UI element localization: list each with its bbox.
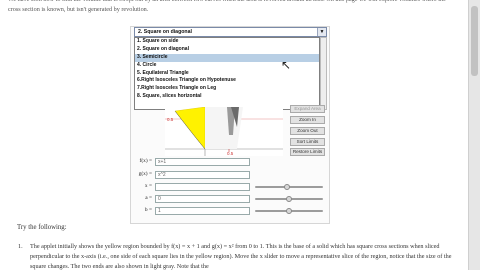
sort-limits-button[interactable]: Sort Limits	[290, 138, 325, 146]
a-label: a =	[145, 195, 152, 201]
step-text: The applet initially shows the yellow re…	[30, 243, 452, 270]
option-square-horizontal[interactable]: 8. Square, slices horizontal	[135, 93, 319, 101]
option-semicircle[interactable]: 3. Semicircle	[135, 53, 319, 62]
a-slider[interactable]	[255, 196, 323, 202]
step-number: 1.	[18, 243, 23, 250]
b-slider[interactable]	[255, 208, 323, 214]
option-equilateral-triangle[interactable]: 5. Equilateral Triangle	[135, 70, 319, 78]
cross-section-select[interactable]: 2. Square on diagonal ▼	[134, 27, 327, 37]
f-label: f(x) =	[139, 158, 152, 164]
chevron-down-icon[interactable]: ▼	[317, 28, 326, 36]
y-tick-label: 0.5	[167, 117, 174, 122]
instruction-step: 1. The applet initially shows the yellow…	[18, 242, 462, 270]
a-input[interactable]: 0	[155, 195, 250, 203]
zoom-in-button[interactable]: Zoom In	[290, 116, 325, 124]
x-label: x =	[144, 183, 152, 189]
g-label: g(x) =	[138, 171, 152, 177]
option-circle[interactable]: 4. Circle	[135, 62, 319, 70]
expand-area-button[interactable]: Expand Area	[290, 105, 325, 113]
scrollbar-thumb[interactable]	[471, 6, 478, 76]
intro-paragraph: We have seen how to find the volume that…	[8, 0, 446, 13]
g-input[interactable]: x^2	[155, 171, 250, 179]
select-value: 2. Square on diagonal	[138, 29, 192, 35]
b-slider-thumb[interactable]	[286, 208, 292, 214]
b-input[interactable]: 1	[155, 207, 250, 215]
x-input[interactable]	[155, 183, 250, 191]
region-graph[interactable]: 0.5 0.5	[165, 107, 283, 156]
x-slider[interactable]	[255, 184, 323, 190]
instructions-heading: Try the following:	[17, 224, 67, 231]
option-square-on-side[interactable]: 1. Square on side	[135, 38, 319, 46]
b-label: b =	[144, 207, 152, 213]
options-scrollbar[interactable]	[320, 37, 327, 110]
x-tick-label: 0.5	[227, 151, 234, 156]
option-right-isosceles-hypotenuse[interactable]: 6.Right Isosceles Triangle on Hypotenuse	[135, 77, 319, 85]
page-scrollbar[interactable]	[468, 0, 480, 270]
option-right-isosceles-leg[interactable]: 7.Right Isosceles Triangle on Leg	[135, 85, 319, 93]
option-square-on-diagonal[interactable]: 2. Square on diagonal	[135, 46, 319, 54]
mouse-cursor-icon: ↖	[281, 58, 292, 72]
cross-section-options[interactable]: 1. Square on side 2. Square on diagonal …	[134, 37, 320, 110]
zoom-out-button[interactable]: Zoom Out	[290, 127, 325, 135]
f-input[interactable]: x+1	[155, 158, 250, 166]
restore-limits-button[interactable]: Restore Limits	[290, 148, 325, 156]
a-slider-thumb[interactable]	[286, 196, 292, 202]
